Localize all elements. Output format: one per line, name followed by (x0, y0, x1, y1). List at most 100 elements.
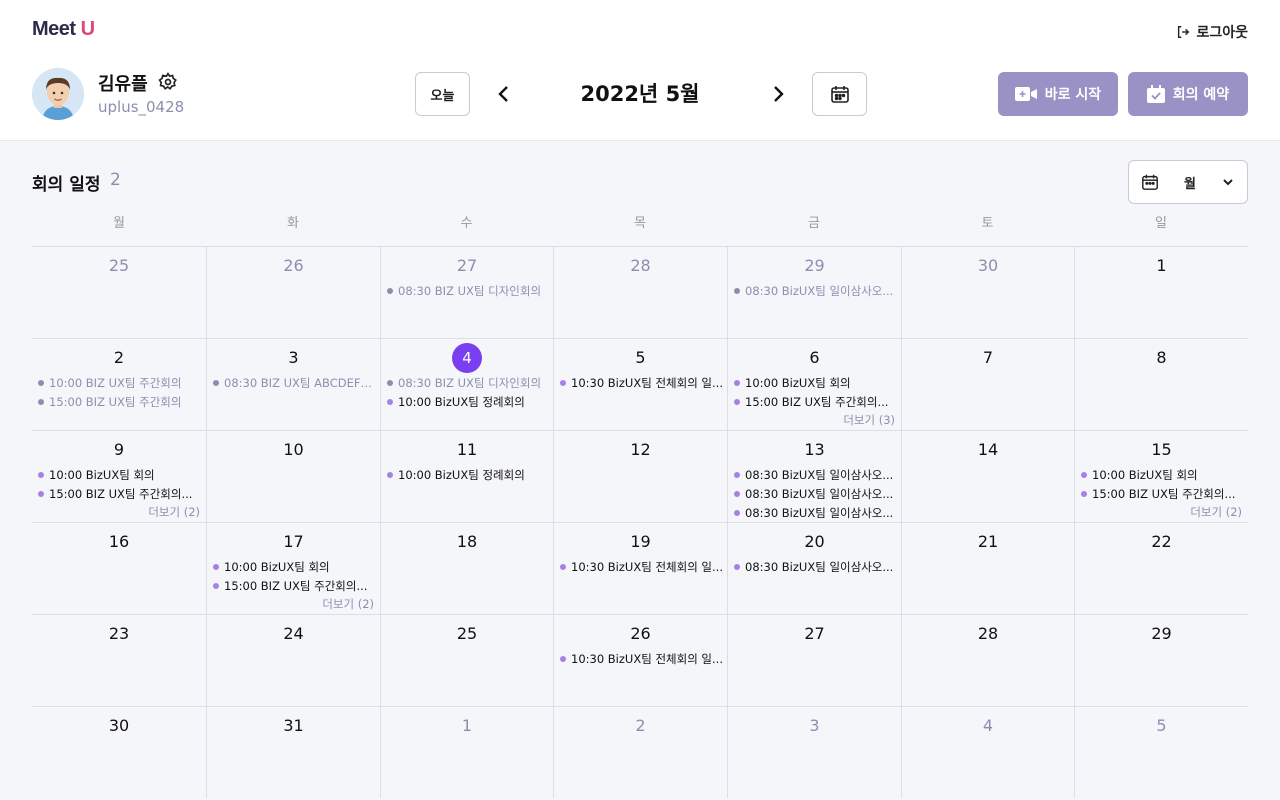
view-mode-select[interactable]: 월 (1128, 160, 1248, 204)
show-more-link[interactable]: 더보기 (2) (148, 504, 200, 520)
event-item[interactable]: 10:00 BizUX팀 회의 (38, 467, 202, 483)
event-item[interactable]: 08:30 BIZ UX팀 디자인회의 (387, 283, 549, 299)
event-item[interactable]: 10:30 BizUX팀 전체회의 일... (560, 559, 723, 575)
logout-button[interactable]: 로그아웃 (1176, 22, 1248, 42)
day-cell[interactable]: 7 (901, 338, 1074, 430)
gear-icon[interactable] (158, 72, 178, 92)
reserve-meeting-button[interactable]: 회의 예약 (1128, 72, 1248, 116)
event-item[interactable]: 15:00 BIZ UX팀 주간회의... (38, 486, 202, 502)
day-number: 27 (456, 256, 478, 275)
meetu-logo[interactable]: Meet U (32, 18, 95, 41)
event-label: 08:30 BIZ UX팀 ABCDEFG... (224, 376, 376, 390)
day-cell[interactable]: 20 08:30 BizUX팀 일이삼사오... (727, 522, 901, 614)
event-item[interactable]: 15:00 BIZ UX팀 주간회의... (1081, 486, 1244, 502)
calendar-picker-button[interactable] (812, 72, 867, 116)
day-cell[interactable]: 25 (380, 614, 553, 706)
event-item[interactable]: 10:00 BizUX팀 정례회의 (387, 394, 549, 410)
weekday-label: 화 (287, 216, 299, 231)
event-item[interactable]: 15:00 BIZ UX팀 주간회의... (734, 394, 897, 410)
day-cell[interactable]: 12 (553, 430, 727, 522)
event-item[interactable]: 08:30 BizUX팀 일이삼사오... (734, 505, 897, 521)
day-cell[interactable]: 22 (1074, 522, 1248, 614)
day-number: 19 (630, 532, 651, 551)
day-cell[interactable]: 14 (901, 430, 1074, 522)
event-item[interactable]: 10:00 BizUX팀 회의 (1081, 467, 1244, 483)
day-number: 13 (804, 440, 825, 459)
event-item[interactable]: 15:00 BIZ UX팀 주간회의 (38, 394, 202, 410)
day-cell[interactable]: 31 (206, 706, 380, 798)
day-cell[interactable]: 5 10:30 BizUX팀 전체회의 일... (553, 338, 727, 430)
day-cell[interactable]: 16 (32, 522, 206, 614)
chevron-left-icon[interactable] (492, 80, 516, 108)
day-cell[interactable]: 1 (380, 706, 553, 798)
day-cell[interactable]: 11 10:00 BizUX팀 정례회의 (380, 430, 553, 522)
event-item[interactable]: 08:30 BIZ UX팀 ABCDEFG... (213, 375, 376, 391)
event-label: 08:30 BizUX팀 일이삼사오... (745, 468, 894, 482)
event-item[interactable]: 08:30 BizUX팀 일이삼사오... (734, 559, 897, 575)
event-item[interactable]: 08:30 BizUX팀 일이삼사오... (734, 283, 897, 299)
logout-label: 로그아웃 (1196, 25, 1248, 41)
day-cell[interactable]: 25 (32, 246, 206, 338)
calendar-icon (1142, 174, 1158, 190)
day-cell[interactable]: 8 (1074, 338, 1248, 430)
day-cell[interactable]: 3 08:30 BIZ UX팀 ABCDEFG... (206, 338, 380, 430)
event-label: 10:00 BizUX팀 회의 (224, 560, 330, 574)
event-item[interactable]: 10:00 BIZ UX팀 주간회의 (38, 375, 202, 391)
event-label: 10:30 BizUX팀 전체회의 일... (571, 376, 723, 390)
day-cell[interactable]: 6 10:00 BizUX팀 회의 15:00 BIZ UX팀 주간회의... 더보기… (727, 338, 901, 430)
event-label: 08:30 BizUX팀 일이삼사오... (745, 487, 894, 501)
show-more-link[interactable]: 더보기 (3) (843, 412, 895, 428)
day-cell[interactable]: 30 (901, 246, 1074, 338)
event-item[interactable]: 10:00 BizUX팀 정례회의 (387, 467, 549, 483)
event-dot-icon (213, 564, 219, 570)
day-cell[interactable]: 5 (1074, 706, 1248, 798)
event-item[interactable]: 10:00 BizUX팀 회의 (213, 559, 376, 575)
event-item[interactable]: 10:30 BizUX팀 전체회의 일... (560, 651, 723, 667)
event-label: 15:00 BIZ UX팀 주간회의... (49, 487, 193, 501)
day-cell[interactable]: 4 (901, 706, 1074, 798)
day-cell[interactable]: 27 (727, 614, 901, 706)
day-cell[interactable]: 2 10:00 BIZ UX팀 주간회의 15:00 BIZ UX팀 주간회의 (32, 338, 206, 430)
day-cell[interactable]: 29 (1074, 614, 1248, 706)
day-cell[interactable]: 3 (727, 706, 901, 798)
event-dot-icon (387, 380, 393, 386)
day-cell[interactable]: 15 10:00 BizUX팀 회의 15:00 BIZ UX팀 주간회의... 더보… (1074, 430, 1248, 522)
day-cell[interactable]: 24 (206, 614, 380, 706)
day-number: 2 (113, 348, 125, 367)
weekday-label: 수 (460, 216, 473, 231)
day-cell[interactable]: 9 10:00 BizUX팀 회의 15:00 BIZ UX팀 주간회의... 더보기… (32, 430, 206, 522)
show-more-link[interactable]: 더보기 (2) (1190, 504, 1242, 520)
day-cell[interactable]: 28 (553, 246, 727, 338)
user-name: 김유플 (98, 74, 148, 95)
day-cell[interactable]: 13 08:30 BizUX팀 일이삼사오... 08:30 BizUX팀 일이삼사… (727, 430, 901, 522)
day-cell[interactable]: 4 08:30 BIZ UX팀 디자인회의 10:00 BizUX팀 정례회의 (380, 338, 553, 430)
day-cell[interactable]: 1 (1074, 246, 1248, 338)
day-cell[interactable]: 2 (553, 706, 727, 798)
event-dot-icon (387, 472, 393, 478)
weekday-label: 목 (634, 216, 646, 231)
day-cell[interactable]: 23 (32, 614, 206, 706)
day-cell[interactable]: 26 10:30 BizUX팀 전체회의 일... (553, 614, 727, 706)
day-cell[interactable]: 21 (901, 522, 1074, 614)
day-cell[interactable]: 28 (901, 614, 1074, 706)
event-item[interactable]: 10:00 BizUX팀 회의 (734, 375, 897, 391)
event-dot-icon (734, 564, 740, 570)
day-cell[interactable]: 10 (206, 430, 380, 522)
chevron-right-icon[interactable] (766, 80, 790, 108)
start-meeting-button[interactable]: 바로 시작 (998, 72, 1118, 116)
day-cell[interactable]: 19 10:30 BizUX팀 전체회의 일... (553, 522, 727, 614)
today-button[interactable]: 오늘 (415, 72, 470, 116)
day-number: 25 (108, 256, 130, 275)
show-more-link[interactable]: 더보기 (2) (322, 596, 374, 612)
day-cell[interactable]: 18 (380, 522, 553, 614)
day-cell[interactable]: 27 08:30 BIZ UX팀 디자인회의 (380, 246, 553, 338)
day-cell[interactable]: 17 10:00 BizUX팀 회의 15:00 BIZ UX팀 주간회의... 더보… (206, 522, 380, 614)
day-cell[interactable]: 26 (206, 246, 380, 338)
event-item[interactable]: 08:30 BIZ UX팀 디자인회의 (387, 375, 549, 391)
day-cell[interactable]: 29 08:30 BizUX팀 일이삼사오... (727, 246, 901, 338)
day-cell[interactable]: 30 (32, 706, 206, 798)
event-item[interactable]: 08:30 BizUX팀 일이삼사오... (734, 467, 897, 483)
event-item[interactable]: 08:30 BizUX팀 일이삼사오... (734, 486, 897, 502)
event-item[interactable]: 10:30 BizUX팀 전체회의 일... (560, 375, 723, 391)
event-item[interactable]: 15:00 BIZ UX팀 주간회의... (213, 578, 376, 594)
